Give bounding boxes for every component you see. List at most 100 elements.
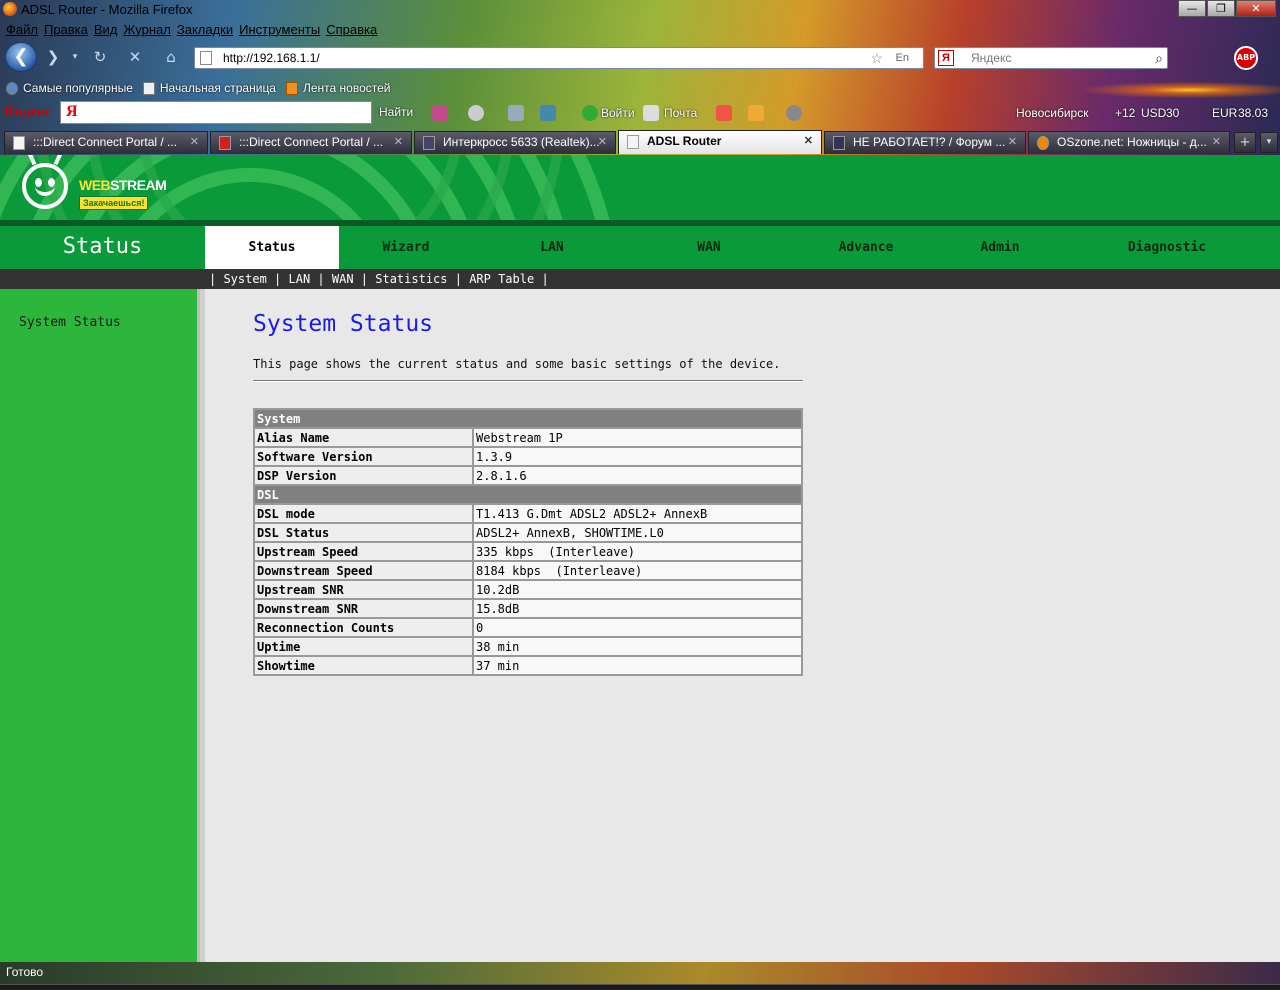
menu-history[interactable]: Журнал [123,21,170,41]
yandex-toolbar: Яндекс Я Найти Войти Почта Новосибирск +… [0,100,1280,126]
row-value: 2.8.1.6 [472,465,803,486]
close-tab-icon[interactable]: ✕ [1212,132,1221,153]
close-tab-icon[interactable]: ✕ [804,131,813,152]
row-value: T1.413 G.Dmt ADSL2 ADSL2+ AnnexB [472,503,803,524]
table-row: DSP Version 2.8.1.6 [253,465,803,486]
highlighter-icon[interactable] [432,105,448,121]
bookmark-start-page[interactable]: Начальная страница [142,81,276,95]
new-tab-button[interactable]: + [1234,132,1256,153]
url-lang[interactable]: En [896,48,909,68]
close-window-button[interactable]: ✕ [1236,0,1276,17]
tab-status[interactable]: Status [205,226,339,269]
row-key: Downstream SNR [253,598,474,619]
table-row: Downstream SNR 15.8dB [253,598,803,619]
stop-icon[interactable]: ✕ [126,48,144,66]
forward-icon[interactable]: ❯ [44,48,62,66]
row-value: 335 kbps (Interleave) [472,541,803,562]
oszone-icon [1037,136,1049,150]
row-key: Software Version [253,446,474,467]
sidebar-divider [197,289,205,962]
subnav-statistics[interactable]: Statistics [375,272,447,286]
yandex-search-input[interactable]: Я [60,101,372,124]
menu-view[interactable]: Вид [94,21,118,41]
row-key: Upstream Speed [253,541,474,562]
mail-link[interactable]: Почта [664,106,697,120]
table-row: Software Version 1.3.9 [253,446,803,467]
bookmark-label: Начальная страница [159,81,276,95]
webstream-logo-icon[interactable] [22,155,68,209]
section-header-system: System [253,408,803,429]
translate-icon[interactable] [540,105,556,121]
subnav-arp-table[interactable]: ARP Table [469,272,534,286]
maximize-button[interactable]: ❐ [1207,0,1235,17]
menu-tools[interactable]: Инструменты [239,21,320,41]
tab-forum[interactable]: НЕ РАБОТАЕТ!? / Форум ... ✕ [824,131,1026,154]
page-icon [142,81,155,95]
bar-star-icon[interactable] [748,105,764,121]
fotki-icon[interactable] [716,105,732,121]
spellcheck-icon[interactable] [508,105,524,121]
sidebar-item-system-status[interactable]: System Status [19,315,121,330]
tab-advance[interactable]: Advance [799,226,933,269]
history-dropdown-icon[interactable]: ▾ [66,48,84,66]
find-button[interactable]: Найти [379,105,413,119]
subnav-lan[interactable]: LAN [289,272,311,286]
page-icon [200,51,212,65]
tab-diagnostic[interactable]: Diagnostic [1100,226,1234,269]
tab-wizard[interactable]: Wizard [339,226,473,269]
close-tab-icon[interactable]: ✕ [394,132,403,153]
tab-oszone[interactable]: OSzone.net: Ножницы - д... ✕ [1028,131,1230,154]
row-key: DSP Version [253,465,474,486]
row-key: Uptime [253,636,474,657]
yandex-logo[interactable]: Яндекс [3,104,52,121]
login-link[interactable]: Войти [601,106,635,120]
tab-lan[interactable]: LAN [485,226,619,269]
title-bar: ADSL Router - Mozilla Firefox — ❐ ✕ [0,0,1280,19]
adblock-icon[interactable]: ABP [1234,46,1258,70]
close-tab-icon[interactable]: ✕ [190,132,199,153]
tab-list-button[interactable]: ▾ [1260,132,1278,153]
bookmark-news-feed[interactable]: Лента новостей [285,81,390,95]
search-icon[interactable]: ⌕ [1155,48,1163,68]
tab-adsl-router[interactable]: ADSL Router ✕ [618,130,822,154]
tab-wan[interactable]: WAN [642,226,776,269]
page-title: System Status [253,311,434,337]
close-tab-icon[interactable]: ✕ [1008,132,1017,153]
chat-icon[interactable] [468,105,484,121]
tab-label: OSzone.net: Ножницы - д... [1057,135,1207,149]
subnav-system[interactable]: System [223,272,266,286]
firefox-icon [3,2,17,16]
close-tab-icon[interactable]: ✕ [598,132,607,153]
url-input[interactable]: http://192.168.1.1/ ☆ En [194,47,924,69]
tab-admin[interactable]: Admin [933,226,1067,269]
hammer-sickle-icon [219,136,231,150]
mail-icon[interactable] [643,105,659,121]
router-sidebar: System Status [0,289,197,962]
menu-file[interactable]: Файл [6,21,38,41]
settings-gear-icon[interactable] [786,105,802,121]
reload-icon[interactable]: ↻ [91,48,109,66]
tab-intercross[interactable]: Интеркросс 5633 (Realtek)... ✕ [414,131,616,154]
menu-help[interactable]: Справка [326,21,377,41]
subnav-links: | System | LAN | WAN | Statistics | ARP … [209,272,549,286]
status-text: Готово [6,965,44,979]
menu-bookmarks[interactable]: Закладки [177,21,233,41]
home-icon[interactable]: ⌂ [162,48,180,66]
logo-text-stream: STREAM [110,177,167,193]
bookmarks-bar: Самые популярные Начальная страница Лент… [0,78,394,98]
tab-direct-connect-1[interactable]: :::Direct Connect Portal / ... ✕ [4,131,208,154]
back-button[interactable]: ❮ [5,42,37,72]
tab-direct-connect-2[interactable]: :::Direct Connect Portal / ... ✕ [210,131,412,154]
bookmark-star-icon[interactable]: ☆ [870,48,883,68]
navigation-bar: ❮ ❯ ▾ ↻ ✕ ⌂ http://192.168.1.1/ ☆ En Я Я… [0,42,1280,74]
yandex-search-icon[interactable]: Я [938,50,954,66]
weather-city[interactable]: Новосибирск [1016,106,1088,120]
subnav-wan[interactable]: WAN [332,272,354,286]
bookmark-label: Самые популярные [23,81,133,95]
bookmark-most-popular[interactable]: Самые популярные [6,81,133,95]
menu-edit[interactable]: Правка [44,21,88,41]
table-row: Reconnection Counts 0 [253,617,803,638]
minimize-button[interactable]: — [1178,0,1206,17]
login-icon[interactable] [582,105,598,121]
search-input[interactable]: Я Яндекс ⌕ [934,47,1168,69]
